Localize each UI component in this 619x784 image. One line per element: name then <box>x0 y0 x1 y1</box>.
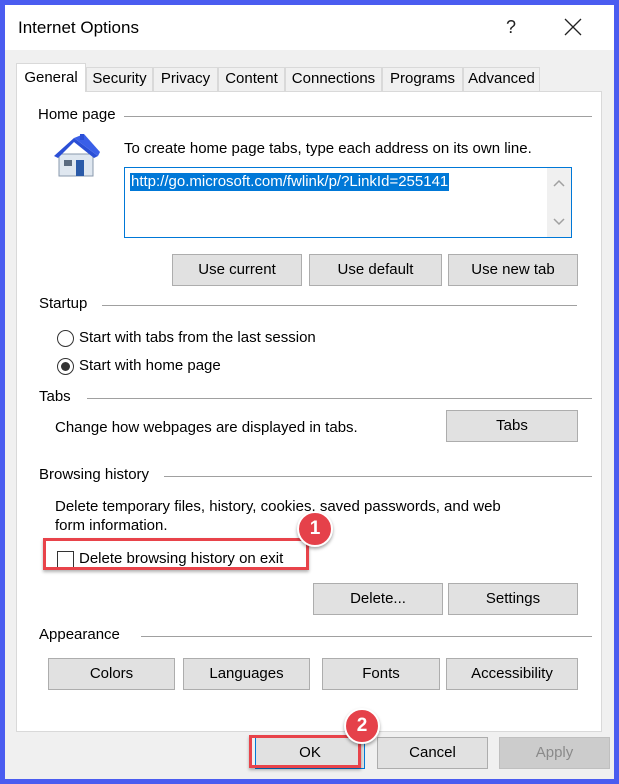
delete-button[interactable]: Delete... <box>313 583 443 615</box>
languages-button[interactable]: Languages <box>183 658 310 690</box>
tab-programs[interactable]: Programs <box>382 67 463 91</box>
scroll-up-icon[interactable] <box>553 178 565 188</box>
home-page-divider <box>117 116 592 117</box>
url-scrollbar[interactable] <box>547 168 571 237</box>
tabs-group-label: Tabs <box>39 388 79 405</box>
step1-highlight <box>43 538 309 570</box>
use-new-tab-button[interactable]: Use new tab <box>448 254 578 286</box>
tab-advanced[interactable]: Advanced <box>463 67 540 91</box>
tabs-divider <box>87 398 592 399</box>
home-page-group-label: Home page <box>38 106 124 123</box>
step1-badge: 1 <box>297 511 333 547</box>
browsing-history-description-2: form information. <box>55 517 168 534</box>
colors-button[interactable]: Colors <box>48 658 175 690</box>
step2-badge: 2 <box>344 708 380 744</box>
browsing-history-divider <box>164 476 592 477</box>
accessibility-button[interactable]: Accessibility <box>446 658 578 690</box>
startup-divider <box>102 305 577 306</box>
appearance-divider <box>141 636 592 637</box>
house-icon <box>50 132 102 184</box>
fonts-button[interactable]: Fonts <box>322 658 440 690</box>
startup-last-session-label[interactable]: Start with tabs from the last session <box>79 329 316 346</box>
startup-home-page-label[interactable]: Start with home page <box>79 357 221 374</box>
close-icon <box>564 18 582 36</box>
internet-options-dialog: Internet Options ? General Security Priv… <box>5 5 614 779</box>
scroll-down-icon[interactable] <box>553 217 565 227</box>
browsing-history-description-1: Delete temporary files, history, cookies… <box>55 498 501 515</box>
home-page-url-input[interactable]: http://go.microsoft.com/fwlink/p/?LinkId… <box>124 167 572 238</box>
window-title: Internet Options <box>18 18 139 37</box>
settings-button[interactable]: Settings <box>448 583 578 615</box>
cancel-button[interactable]: Cancel <box>377 737 488 769</box>
tab-privacy[interactable]: Privacy <box>153 67 218 91</box>
startup-home-page-radio[interactable] <box>57 358 74 375</box>
close-button[interactable] <box>561 15 585 39</box>
general-tab-panel: Home page To create home page tabs, type… <box>16 91 602 732</box>
use-current-button[interactable]: Use current <box>172 254 302 286</box>
tabs-button[interactable]: Tabs <box>446 410 578 442</box>
tab-general[interactable]: General <box>16 63 86 92</box>
tab-security[interactable]: Security <box>86 67 153 91</box>
browsing-history-group-label: Browsing history <box>39 466 158 483</box>
tab-connections[interactable]: Connections <box>285 67 382 91</box>
tabs-description: Change how webpages are displayed in tab… <box>55 419 358 436</box>
title-bar: Internet Options ? <box>5 5 614 50</box>
appearance-group-label: Appearance <box>39 626 128 643</box>
tab-content[interactable]: Content <box>218 67 285 91</box>
startup-group-label: Startup <box>39 295 96 312</box>
home-page-instruction: To create home page tabs, type each addr… <box>124 140 532 157</box>
step2-highlight <box>249 735 361 768</box>
use-default-button[interactable]: Use default <box>309 254 442 286</box>
radio-selected-dot <box>61 362 70 371</box>
home-page-url-value: http://go.microsoft.com/fwlink/p/?LinkId… <box>130 173 450 191</box>
help-button[interactable]: ? <box>499 15 523 39</box>
startup-last-session-radio[interactable] <box>57 330 74 347</box>
apply-button[interactable]: Apply <box>499 737 610 769</box>
